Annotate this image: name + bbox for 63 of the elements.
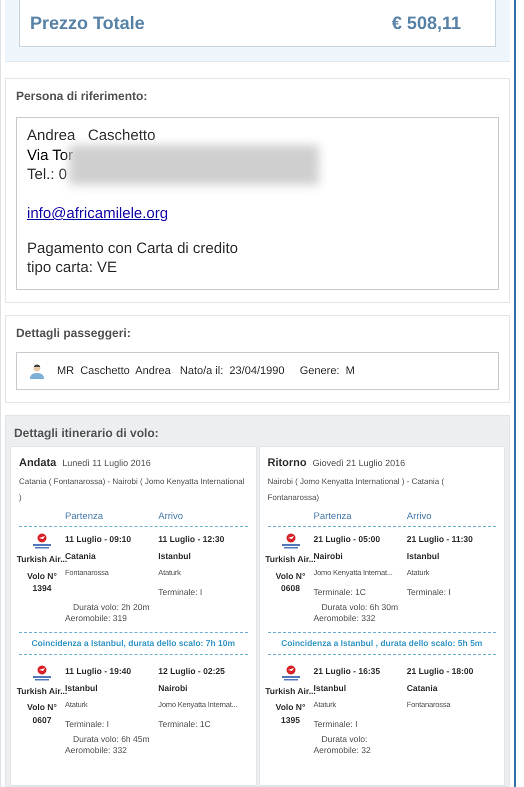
column-header: Partenza [65,510,104,524]
connection-banner: Coincidenza a Istanbul, durata dello scalo: 7h 10m [19,632,248,654]
departure-time: 11 Luglio - 09:10 [65,532,132,546]
terminal: Terminale: I [65,718,110,730]
terminal: Terminale: 1C [314,586,367,599]
column-header: Arrivo [157,510,184,524]
passenger-details: MR Caschetto Andrea Nato/a il: 23/04/1990 Genere: M [57,364,355,379]
leg-label: Andata [19,456,56,471]
terminal: Terminale: I [406,586,452,599]
card-type: tipo carta: VE [27,258,118,277]
aircraft: Aeromobile: 319 [65,612,128,624]
route: Catania ( Fontanarossa) - Nairobi ( Jomo Kenyatta International ) [19,476,246,504]
flight-number: 0607 [32,714,52,727]
terminal: Terminale: I [158,586,204,599]
connection-banner: Coincidenza a Istanbul , durata dello scalo: 5h 5m [268,632,496,654]
leg-date: Lunedì 11 Luglio 2016 [62,457,151,470]
flight-duration: Durata volo: [320,734,368,744]
contact-name: Andrea Caschetto [27,126,156,145]
email-link[interactable]: info@africamilele.org [27,204,168,223]
total-label: Prezzo Totale [30,12,145,34]
route: Nairobi ( Jomo Kenyatta International ) - Catania ( Fontanarossa) [268,476,446,504]
departure-time: 12 Luglio - 02:25 [158,664,226,678]
leg-label: Ritorno [268,456,307,471]
leg-date: Giovedì 21 Luglio 2016 [312,457,406,470]
flight-label: Volo N° [276,701,306,714]
flight-number: 1394 [32,582,52,595]
contact-address: Via Tor [27,146,74,165]
terminal: Terminale: I [314,718,358,730]
departure-time: 21 Luglio - 16:35 [314,664,382,678]
airline-logo-icon [280,532,302,549]
departure-time: 21 Luglio - 18:00 [406,664,474,678]
payment-method: Pagamento con Carta di credito [27,239,239,258]
departure-time: 21 Luglio - 11:30 [406,532,474,546]
flight-label: Volo N° [27,701,57,714]
city: Nairobi [158,682,189,694]
flight-duration: Durata volo: 2h 20m [72,602,151,613]
flight-duration: Durata volo: 6h 45m [72,734,151,744]
section-title: Dettagli passeggeri: [16,325,132,342]
person-icon [29,363,45,379]
aircraft: Aeromobile: 32 [314,744,372,756]
airline-logo-icon [31,664,53,680]
flight-number: 1395 [281,714,300,727]
section-title: Persona di riferimento: [16,88,148,105]
section-title: Dettagli itinerario di volo: [13,425,160,442]
departure-time: 11 Luglio - 19:40 [65,664,132,678]
aircraft: Aeromobile: 332 [65,744,128,756]
contact-phone: Tel.: 0 [27,165,68,184]
departure-time: 11 Luglio - 12:30 [158,532,226,546]
flight-label: Volo N° [27,570,57,582]
airline-logo-icon [31,532,53,549]
departure-time: 21 Luglio - 05:00 [314,532,382,546]
city: Catania [406,682,438,694]
terminal: Terminale: 1C [158,718,212,730]
city: Istanbul [158,550,192,563]
city: Istanbul [406,550,440,563]
total-amount: € 508,11 [392,12,462,34]
column-header: Arrivo [406,510,433,524]
aircraft: Aeromobile: 332 [314,612,376,624]
flight-duration: Durata volo: 6h 30m [320,602,400,613]
flight-number: 0608 [281,582,300,595]
airline-logo-icon [280,664,302,680]
flight-label: Volo N° [276,570,306,582]
column-header: Partenza [314,510,353,524]
